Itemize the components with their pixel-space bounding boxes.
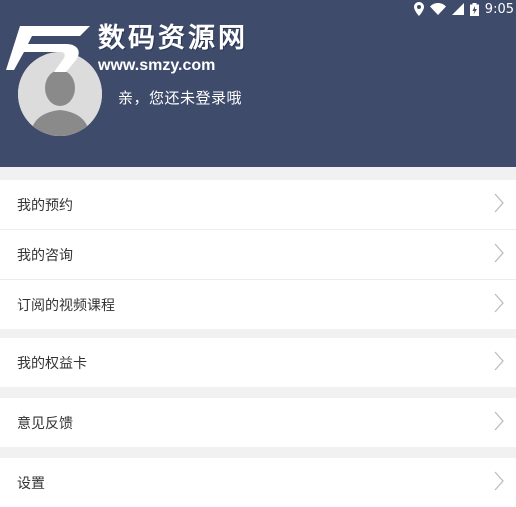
battery-icon — [469, 2, 479, 16]
menu-item-label: 我的预约 — [17, 197, 73, 214]
menu-group-feedback: 意见反馈 — [0, 398, 516, 447]
menu-item-appointments[interactable]: 我的预约 — [0, 180, 516, 230]
menu-item-benefit-card[interactable]: 我的权益卡 — [0, 338, 516, 387]
watermark-logo: 数码资源网 www.smzy.com — [6, 22, 248, 80]
signal-icon — [451, 3, 464, 15]
chevron-right-icon — [494, 411, 504, 435]
watermark-url: www.smzy.com — [98, 57, 216, 74]
menu-item-label: 订阅的视频课程 — [17, 297, 115, 314]
watermark-logo-icon — [6, 26, 90, 72]
wifi-icon — [429, 3, 446, 15]
chevron-right-icon — [494, 471, 504, 495]
watermark-title: 数码资源网 — [98, 23, 248, 54]
chevron-right-icon — [494, 193, 504, 217]
chevron-right-icon — [494, 243, 504, 267]
login-prompt[interactable]: 亲，您还未登录哦 — [118, 87, 242, 108]
menu-item-label: 我的权益卡 — [17, 355, 87, 372]
menu-item-label: 意见反馈 — [17, 415, 73, 432]
menu-item-settings[interactable]: 设置 — [0, 458, 516, 507]
status-time: 9:05 — [484, 1, 514, 17]
menu-item-label: 设置 — [17, 475, 45, 492]
location-icon — [413, 2, 424, 16]
chevron-right-icon — [494, 351, 504, 375]
menu-item-label: 我的咨询 — [17, 247, 73, 264]
profile-header: 9:05 亲，您还未登录哦 数码资源网 www.smzy.com — [0, 0, 516, 167]
menu-group-settings: 设置 — [0, 458, 516, 507]
menu-item-feedback[interactable]: 意见反馈 — [0, 398, 516, 447]
menu-item-video-courses[interactable]: 订阅的视频课程 — [0, 280, 516, 329]
chevron-right-icon — [494, 293, 504, 317]
menu-group-benefits: 我的权益卡 — [0, 338, 516, 387]
menu-group-main: 我的预约 我的咨询 订阅的视频课程 — [0, 180, 516, 329]
menu-item-consultations[interactable]: 我的咨询 — [0, 230, 516, 280]
status-bar: 9:05 — [413, 0, 514, 18]
